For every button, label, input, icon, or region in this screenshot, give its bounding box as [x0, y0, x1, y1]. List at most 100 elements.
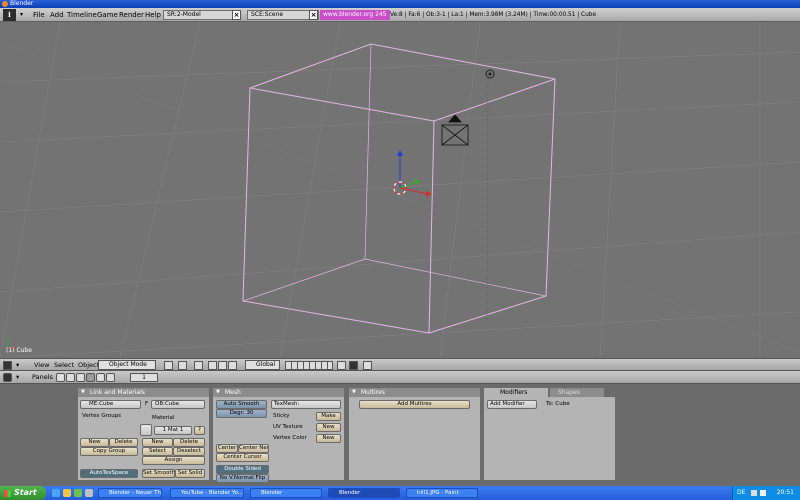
frame-field[interactable]: 1	[130, 373, 158, 382]
screen-delete-icon[interactable]: ×	[232, 10, 241, 20]
menu-file[interactable]: File	[33, 8, 45, 22]
shading-context-icon[interactable]	[76, 373, 85, 382]
task-youtube[interactable]: YouTube - Blender Yo...	[170, 488, 244, 498]
scene-context-icon[interactable]	[106, 373, 115, 382]
material-counter[interactable]: 1 Mat 1	[154, 426, 192, 435]
info-header: i ▾ File Add Timeline Game Render Help S…	[0, 8, 800, 22]
translate-icon[interactable]	[218, 361, 227, 370]
mesh-title[interactable]: Mesh	[213, 388, 344, 397]
render-icon[interactable]	[349, 361, 358, 370]
material-delete-button[interactable]: Delete	[173, 438, 205, 447]
set-smooth-button[interactable]: Set Smooth	[142, 469, 175, 478]
material-deselect-button[interactable]: Deselect	[173, 447, 205, 456]
auto-smooth-toggle[interactable]: Auto Smooth	[216, 400, 267, 409]
buttons-window-type-icon[interactable]	[3, 373, 12, 382]
lock-icon[interactable]	[337, 361, 346, 370]
object-context-icon[interactable]	[96, 373, 105, 382]
orientation-select[interactable]: Global	[245, 360, 280, 370]
menu-game[interactable]: Game	[97, 8, 118, 22]
start-button[interactable]: Start	[0, 486, 46, 500]
add-modifier-menu[interactable]: Add Modifier	[487, 400, 537, 409]
menu-help[interactable]: Help	[145, 8, 161, 22]
x-axis-handle[interactable]	[399, 187, 429, 195]
view-type-icon[interactable]	[3, 361, 12, 370]
uv-texture-new-button[interactable]: New	[316, 423, 341, 432]
center-new-button[interactable]: Center New	[238, 444, 269, 453]
window-title: Blender	[10, 0, 34, 7]
menu-timeline[interactable]: Timeline	[67, 8, 97, 22]
add-multires-button[interactable]: Add Multires	[359, 400, 470, 409]
system-tray: DE 20:51	[732, 486, 800, 500]
vertex-group-new-button[interactable]: New	[80, 438, 109, 447]
www-blender-button[interactable]: www.blender.org 245	[320, 10, 390, 20]
editing-context-icon[interactable]	[86, 373, 95, 382]
tray-volume-icon[interactable]	[760, 490, 766, 496]
menu-render[interactable]: Render	[119, 8, 144, 22]
scene-delete-icon[interactable]: ×	[309, 10, 318, 20]
mesh-datablock-field[interactable]: ME:Cube	[80, 400, 141, 409]
menu-object[interactable]: Object	[78, 360, 99, 371]
ie-quicklaunch-icon[interactable]	[52, 489, 60, 497]
fake-user-label[interactable]: F	[145, 400, 148, 408]
task-paint[interactable]: hill1.JPG - Paint	[406, 488, 478, 498]
explorer-quicklaunch-icon[interactable]	[63, 489, 71, 497]
info-window-type-icon[interactable]: i	[3, 9, 16, 21]
snap-icon[interactable]	[363, 361, 372, 370]
panels-label: Panels	[32, 373, 53, 381]
task-blender-forum[interactable]: Blender - Neuer The...	[98, 488, 162, 498]
degr-field[interactable]: Degr: 30	[216, 409, 267, 418]
set-solid-button[interactable]: Set Solid	[175, 469, 205, 478]
cube-wireframe[interactable]	[242, 43, 556, 334]
draw-type-icon[interactable]	[164, 361, 173, 370]
material-select-button[interactable]: Select	[142, 447, 173, 456]
multires-title[interactable]: Multires	[349, 388, 480, 397]
menu-add[interactable]: Add	[50, 8, 64, 22]
link-materials-panel: Link and Materials ME:Cube F OB:Cube Ver…	[78, 388, 209, 480]
link-materials-title[interactable]: Link and Materials	[78, 388, 209, 397]
copy-group-button[interactable]: Copy Group	[80, 447, 138, 456]
rotate-icon[interactable]	[228, 361, 237, 370]
script-context-icon[interactable]	[66, 373, 75, 382]
pivot-icon[interactable]	[194, 361, 203, 370]
sticky-make-button[interactable]: Make	[316, 412, 341, 421]
menu-view[interactable]: View	[34, 360, 49, 371]
mesh-panel: Mesh Auto Smooth Degr: 30 TexMesh: Stick…	[213, 388, 344, 483]
object-datablock-field[interactable]: OB:Cube	[151, 400, 205, 409]
shading-icon[interactable]	[178, 361, 187, 370]
multires-panel: Multires Add Multires	[349, 388, 480, 480]
layers-icon[interactable]	[285, 361, 333, 370]
mode-select[interactable]: Object Mode	[98, 360, 156, 370]
task-blender-2[interactable]: Blender	[328, 488, 400, 498]
material-new-button[interactable]: New	[142, 438, 173, 447]
3d-viewport[interactable]: (1) Cube	[0, 22, 800, 358]
lamp-guide-line	[486, 73, 489, 323]
viewport-canvas	[0, 22, 800, 358]
tab-modifiers[interactable]: Modifiers	[484, 388, 548, 397]
menu-select[interactable]: Select	[54, 360, 74, 371]
no-v-normal-flip-toggle[interactable]: No V.Normal Flip	[216, 474, 269, 483]
collapse-menu-icon[interactable]: ▾	[20, 8, 23, 22]
tray-network-icon[interactable]	[751, 490, 757, 496]
vertex-group-delete-button[interactable]: Delete	[109, 438, 138, 447]
material-color-swatch[interactable]	[140, 424, 152, 436]
screen-field[interactable]: SR:2-Model	[163, 10, 233, 20]
media-quicklaunch-icon[interactable]	[74, 489, 82, 497]
material-assign-button[interactable]: Assign	[142, 456, 205, 465]
double-sided-toggle[interactable]: Double Sided	[216, 465, 269, 474]
center-cursor-button[interactable]: Center Cursor	[216, 453, 269, 462]
collapse-menu-icon-3[interactable]: ▾	[16, 372, 19, 383]
tab-shapes[interactable]: Shapes	[550, 388, 604, 397]
center-button[interactable]: Center	[216, 444, 238, 453]
task-blender-1[interactable]: Blender	[250, 488, 322, 498]
buttons-window: Link and Materials ME:Cube F OB:Cube Ver…	[0, 384, 800, 486]
collapse-menu-icon-2[interactable]: ▾	[16, 360, 19, 371]
vertex-color-new-button[interactable]: New	[316, 434, 341, 443]
autotexspace-toggle[interactable]: AutoTexSpace	[80, 469, 138, 478]
manipulator-toggle-icon[interactable]	[208, 361, 217, 370]
material-help-button[interactable]: ?	[194, 426, 205, 435]
desktop-quicklaunch-icon[interactable]	[85, 489, 93, 497]
texmesh-field[interactable]: TexMesh:	[271, 400, 341, 409]
logic-context-icon[interactable]	[56, 373, 65, 382]
language-indicator[interactable]: DE	[737, 486, 745, 500]
uv-texture-label: UV Texture	[273, 424, 303, 430]
